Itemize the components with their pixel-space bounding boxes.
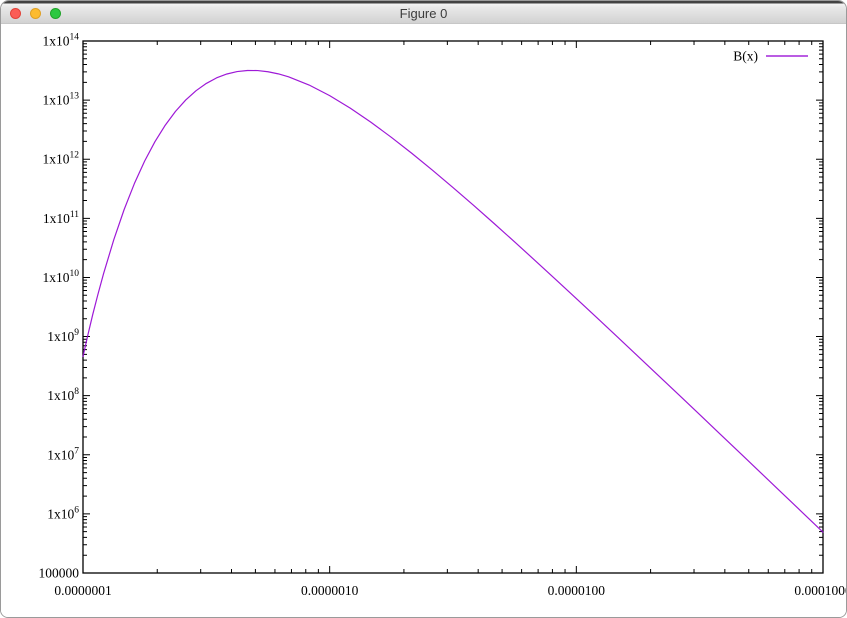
y-axis-tick-label: 1x106: [47, 505, 79, 521]
y-axis-tick-label: 1x1014: [43, 33, 80, 49]
plot-area: 1x1014 1x1013 1x1012 1x1011 1x1010 1x109 1x108…: [1, 24, 846, 617]
app-window: Figure 0 1x10141x10131x10121x10111x10101…: [0, 0, 847, 618]
curve-line: [83, 70, 823, 532]
y-axis-tick-label: 1x1013: [43, 92, 80, 108]
y-axis-tick-label: 1x1010: [43, 269, 80, 285]
y-axis-tick-label: 1x107: [47, 446, 79, 462]
x-axis-tick-label: 0.0000001: [54, 583, 111, 598]
y-axis-tick-label: 1x109: [47, 328, 79, 344]
axis-ticks: [83, 41, 823, 573]
window-title: Figure 0: [1, 5, 846, 23]
x-axis-tick-label: 0.0000100: [548, 583, 606, 598]
plot-border: [83, 41, 823, 573]
y-axis-tick-label: 1x1011: [43, 210, 79, 226]
plot-canvas: 1x1014 1x1013 1x1012 1x1011 1x1010 1x109 1x108…: [1, 24, 847, 618]
window-titlebar[interactable]: Figure 0: [1, 1, 846, 25]
x-axis-tick-label: 0.0001000: [794, 583, 847, 598]
legend-label: B(x): [733, 49, 758, 64]
y-axis-tick-label: 100000: [39, 566, 80, 581]
x-axis-tick-label: 0.0000010: [301, 583, 359, 598]
y-axis-tick-label: 1x1012: [43, 151, 80, 167]
y-axis-tick-label: 1x108: [47, 387, 79, 403]
